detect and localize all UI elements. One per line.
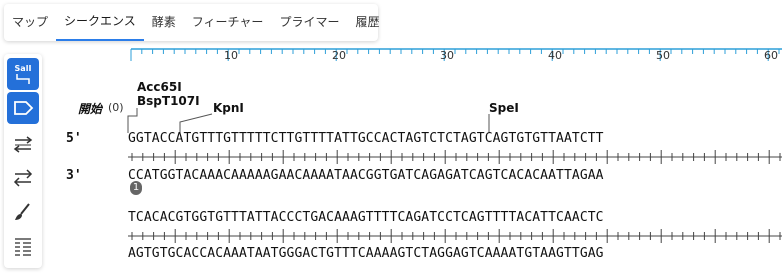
sequence-tick-line [128,229,782,243]
forward-sequence[interactable]: GGTACCATGTTTGTTTTTCTTGTTTTATTGCCACTAGTCT… [128,131,604,146]
reverse-sequence[interactable]: CCATGGTACAAACAAAAAGAACAAAATAACGGTGATCAGA… [128,168,604,183]
cut-site-badge[interactable]: 1 [130,181,142,195]
forward-strand-label: 5' [66,131,82,146]
reverse-sequence[interactable]: AGTGTGCACCACAAATAATGGGACTGTTTCAAAAGTCTAG… [128,246,604,261]
reverse-strand-label: 3' [66,168,82,183]
forward-sequence[interactable]: TCACACGTGGTGTTTATTACCCTGACAAAGTTTTCAGATC… [128,210,604,225]
sequence-tick-line [128,150,782,164]
